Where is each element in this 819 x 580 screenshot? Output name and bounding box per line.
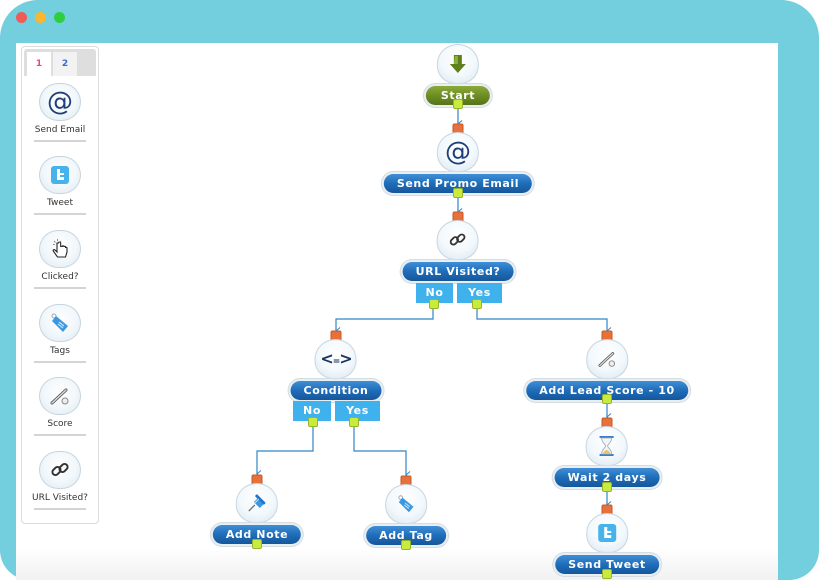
output-port[interactable] <box>252 539 262 549</box>
flow-node-wait[interactable]: Wait 2 days <box>552 426 662 489</box>
wire-yes-to-score <box>476 308 612 335</box>
minimize-button[interactable] <box>35 12 46 23</box>
output-port-yes[interactable] <box>472 299 482 309</box>
down-arrow-icon <box>436 44 479 84</box>
compare-icon: <=> <box>315 339 357 379</box>
output-port[interactable] <box>602 482 612 492</box>
flow-node-add-lead-score[interactable]: Add Lead Score - 10 <box>524 339 690 402</box>
at-sign-icon: @ <box>436 132 479 172</box>
close-button[interactable] <box>16 12 27 23</box>
tag-icon <box>385 484 427 524</box>
pushpin-icon <box>236 483 278 523</box>
flow-node-url-visited[interactable]: URL Visited? <box>400 220 516 283</box>
output-port[interactable] <box>602 394 612 404</box>
condition-button[interactable]: Condition <box>288 379 384 402</box>
wire-condition-no-to-note <box>256 426 314 478</box>
flow-node-send-tweet[interactable]: Send Tweet <box>553 513 661 576</box>
wire-no-to-condition <box>335 308 434 335</box>
output-port-no[interactable] <box>429 299 439 309</box>
workflow-canvas[interactable]: 1 2 @ Send Email Tweet Clicked? Tags Sco… <box>16 43 778 580</box>
output-port[interactable] <box>453 188 463 198</box>
output-port-no[interactable] <box>308 417 318 427</box>
flow-node-start[interactable]: Start <box>423 44 493 107</box>
output-port[interactable] <box>453 99 463 109</box>
output-port[interactable] <box>401 540 411 550</box>
output-port-yes[interactable] <box>349 417 359 427</box>
hourglass-icon <box>585 426 628 466</box>
flow-node-condition[interactable]: <=> Condition <box>288 339 384 402</box>
link-icon <box>436 220 479 260</box>
twitter-icon <box>586 513 628 553</box>
flow-node-add-tag[interactable]: Add Tag <box>364 484 448 547</box>
wire-condition-yes-to-tag <box>353 426 411 479</box>
thermometer-icon <box>585 339 628 379</box>
window-controls <box>16 12 65 23</box>
output-port[interactable] <box>602 569 612 579</box>
url-visited-button[interactable]: URL Visited? <box>400 260 516 283</box>
flow-node-add-note[interactable]: Add Note <box>210 483 304 546</box>
flow-node-send-promo-email[interactable]: @ Send Promo Email <box>381 132 535 195</box>
maximize-button[interactable] <box>54 12 65 23</box>
